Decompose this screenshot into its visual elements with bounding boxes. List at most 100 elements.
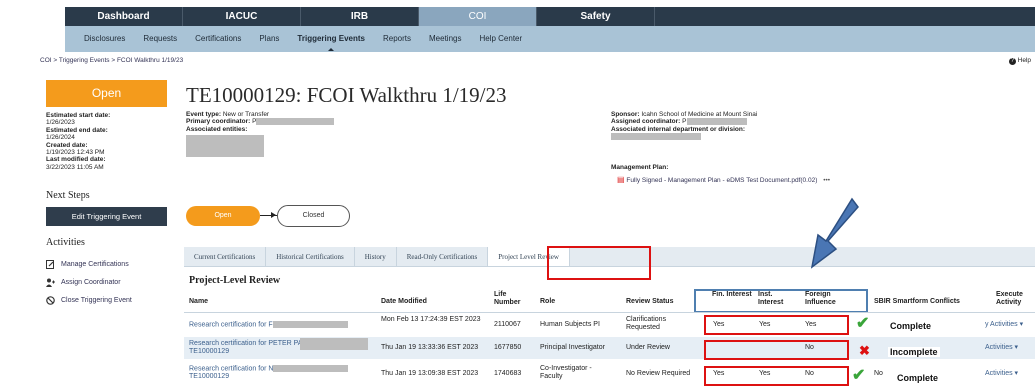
associated-department-label: Associated internal department or divisi… [611, 126, 745, 134]
redaction [186, 135, 264, 158]
redaction [300, 338, 368, 350]
header-divider [184, 312, 1035, 313]
nav-tab-safety[interactable]: Safety [537, 7, 655, 26]
redaction [256, 118, 335, 126]
main-tabs-bar: Dashboard IACUC IRB COI Safety [65, 7, 1035, 26]
sbir-conflicts: No [874, 370, 883, 377]
ban-circle-icon [46, 296, 55, 305]
estimated-start-label: Estimated start date: [46, 112, 111, 119]
certification-id: TE10000129 [189, 348, 230, 355]
subnav-plans[interactable]: Plans [250, 26, 288, 52]
assigned-coordinator-label: Assigned coordinator: [611, 118, 681, 126]
section-heading: Project-Level Review [189, 275, 281, 286]
execute-activity-dropdown[interactable]: y Activities ▾ [985, 321, 1023, 329]
nav-tab-coi[interactable]: COI [419, 7, 537, 26]
column-header-execute-activity[interactable]: Execute Activity [996, 291, 1034, 306]
state-badge: Open [46, 80, 167, 107]
sponsor-value: Icahn School of Medicine at Mount Sinai [641, 111, 758, 118]
date-modified: Thu Jan 19 13:33:36 EST 2023 [381, 344, 479, 351]
sponsor-meta: Sponsor: Icahn School of Medicine at Mou… [611, 111, 757, 141]
manage-certifications-link[interactable]: Manage Certifications [46, 260, 129, 269]
estimated-start-value: 1/26/2023 [46, 119, 75, 127]
nav-tab-dashboard[interactable]: Dashboard [65, 7, 183, 26]
subnav-disclosures[interactable]: Disclosures [75, 26, 134, 52]
role: Co-Investigator - Faculty [540, 365, 592, 380]
subnav-meetings[interactable]: Meetings [420, 26, 470, 52]
execute-activity-dropdown[interactable]: Activities ▾ [985, 344, 1018, 352]
check-icon: ✔ [852, 367, 866, 384]
interest-columns-highlight [694, 289, 868, 313]
created-value: 1/19/2023 12:43 PM [46, 149, 105, 157]
tab-historical-certifications[interactable]: Historical Certifications [266, 247, 355, 266]
last-modified-value: 3/22/2023 11:05 AM [46, 163, 104, 171]
management-plan-file-link[interactable]: Fully Signed - Management Plan - eDMS Te… [626, 177, 817, 184]
certification-id: TE10000129 [189, 373, 230, 380]
more-options-icon[interactable]: ••• [823, 177, 830, 184]
sub-navigation: Disclosures Requests Certifications Plan… [65, 26, 1035, 52]
manage-certifications-label: Manage Certifications [61, 261, 129, 268]
event-meta: Event type: New or Transfer Primary coor… [186, 111, 335, 158]
life-number: 1740683 [494, 370, 522, 377]
help-circle-icon: ? [1008, 58, 1016, 65]
column-header-name[interactable]: Name [189, 298, 208, 306]
certification-name-link[interactable]: Research certification for N [189, 365, 349, 373]
redaction [272, 321, 348, 328]
row-highlight-box [704, 366, 849, 386]
certification-name-link[interactable]: Research certification for F [189, 321, 348, 329]
edit-triggering-event-button[interactable]: Edit Triggering Event [46, 207, 167, 226]
help-label: Help [1017, 57, 1031, 64]
check-icon: ✔ [856, 315, 870, 332]
close-triggering-event-link[interactable]: Close Triggering Event [46, 296, 132, 305]
date-modified: Mon Feb 13 17:24:39 EST 2023 [381, 316, 481, 323]
associated-entities-label: Associated entities: [186, 126, 248, 134]
subnav-certifications[interactable]: Certifications [186, 26, 250, 52]
subnav-requests[interactable]: Requests [134, 26, 186, 52]
tab-read-only-certifications[interactable]: Read-Only Certifications [397, 247, 489, 266]
arrow-annotation-icon [810, 197, 859, 269]
last-modified-label: Last modified date: [46, 156, 106, 164]
tab-history[interactable]: History [355, 247, 397, 266]
redaction [686, 118, 747, 126]
management-plan-file[interactable]: ▤ Fully Signed - Management Plan - eDMS … [617, 175, 830, 184]
column-header-date-modified[interactable]: Date Modified [381, 298, 427, 306]
assign-coordinator-label: Assign Coordinator [61, 279, 121, 286]
life-number: 2110067 [494, 321, 521, 328]
life-number: 1677850 [494, 344, 522, 351]
redaction [611, 133, 701, 141]
nav-tab-irb[interactable]: IRB [301, 7, 419, 26]
edit-document-icon [46, 260, 55, 269]
column-header-sbir-conflicts[interactable]: SBIR Smartform Conflicts [874, 298, 960, 306]
review-status: Under Review [626, 344, 670, 351]
row-highlight-box [704, 340, 849, 360]
workflow-state-closed: Closed [277, 205, 350, 227]
execute-activity-dropdown[interactable]: Activities ▾ [985, 370, 1018, 378]
row-highlight-box [704, 315, 849, 335]
estimated-end-label: Estimated end date: [46, 126, 108, 134]
help-link[interactable]: ? Help [1008, 57, 1031, 65]
subnav-triggering-events[interactable]: Triggering Events [288, 26, 374, 52]
tab-highlight-box [547, 246, 651, 280]
pdf-file-icon: ▤ [617, 175, 625, 184]
close-triggering-event-label: Close Triggering Event [61, 297, 132, 304]
created-label: Created date: [46, 141, 88, 149]
status-complete-label: Complete [888, 321, 934, 331]
column-header-life-number[interactable]: Life Number [494, 291, 530, 306]
assign-user-icon [46, 278, 55, 287]
column-header-review-status[interactable]: Review Status [626, 298, 673, 306]
breadcrumb[interactable]: COI > Triggering Events > FCOI Walkthru … [40, 57, 183, 64]
subnav-help-center[interactable]: Help Center [470, 26, 531, 52]
activities-heading: Activities [46, 237, 85, 248]
date-modified: Thu Jan 19 13:09:38 EST 2023 [381, 370, 479, 377]
nav-tab-iacuc[interactable]: IACUC [183, 7, 301, 26]
subnav-reports[interactable]: Reports [374, 26, 420, 52]
review-status: Clarifications Requested [626, 316, 667, 331]
workflow-arrow-icon [260, 212, 278, 218]
top-navigation: Dashboard IACUC IRB COI Safety [0, 0, 1035, 26]
column-header-role[interactable]: Role [540, 298, 555, 306]
status-complete-label: Complete [895, 373, 941, 383]
tab-current-certifications[interactable]: Current Certifications [184, 247, 267, 266]
assign-coordinator-link[interactable]: Assign Coordinator [46, 278, 121, 287]
sponsor-label: Sponsor: [611, 111, 640, 118]
page-title: TE10000129: FCOI Walkthru 1/19/23 [186, 83, 507, 107]
status-incomplete-label: Incomplete [888, 347, 940, 357]
